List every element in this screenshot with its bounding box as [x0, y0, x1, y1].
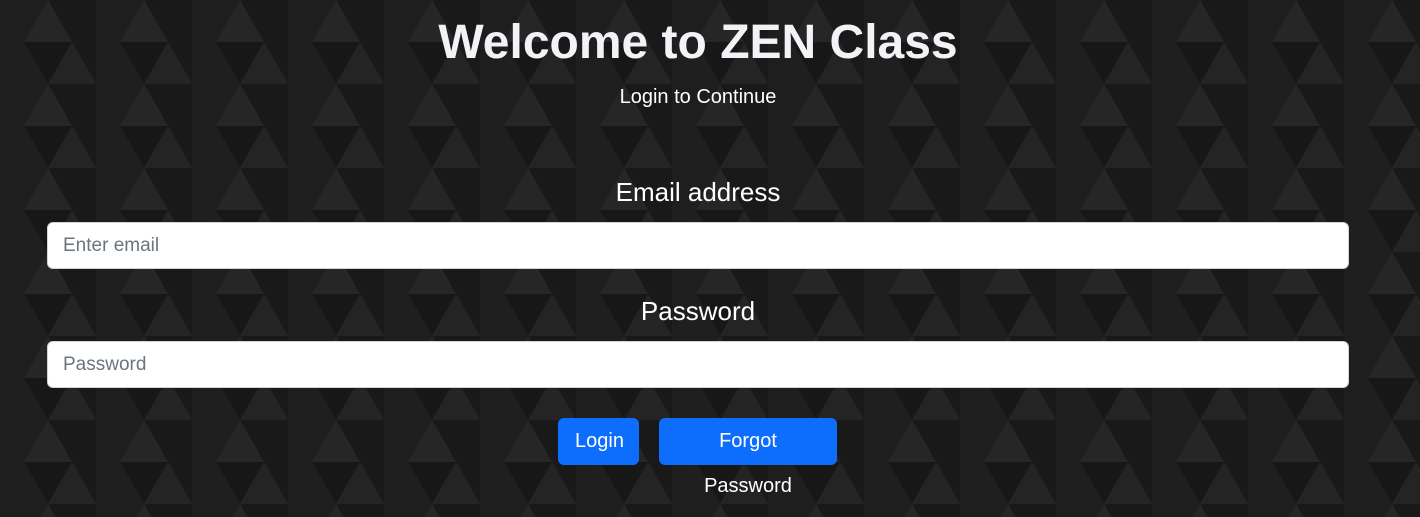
page-subtitle: Login to Continue	[619, 86, 777, 108]
login-page: Welcome to ZEN Class Login to Continue E…	[0, 0, 1420, 517]
forgot-password-button[interactable]: Forgot Password	[659, 418, 837, 497]
email-input[interactable]	[47, 222, 1349, 269]
password-input[interactable]	[47, 341, 1349, 388]
page-title: Welcome to ZEN Class	[438, 16, 958, 69]
email-label: Email address	[615, 177, 781, 207]
password-label: Password	[640, 296, 756, 326]
login-button[interactable]: Login	[558, 418, 639, 465]
